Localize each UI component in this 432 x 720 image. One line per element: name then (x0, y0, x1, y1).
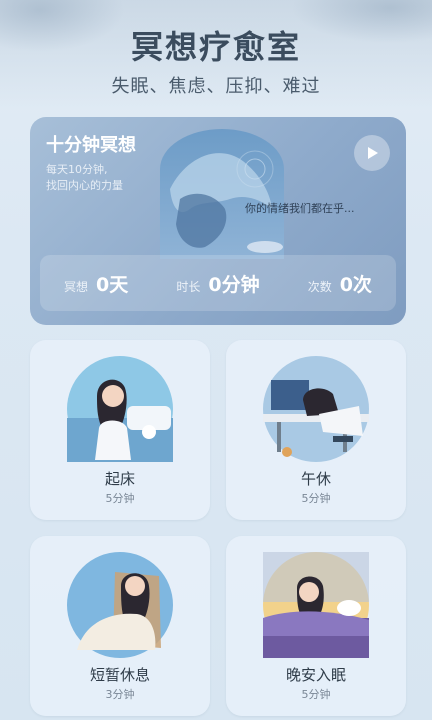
nap-illustration (263, 356, 369, 462)
hero-quote: 你的情绪我们都在乎... (245, 202, 355, 215)
tile-name: 晚安入眠 (285, 666, 346, 684)
meditation-stats: 冥想 0天 时长 0分钟 次数 0次 (40, 255, 396, 311)
short-break-illustration (67, 552, 173, 658)
meditation-illustration (160, 129, 284, 259)
tile-name: 短暂休息 (89, 666, 150, 684)
tile-name: 起床 (104, 470, 135, 488)
ten-minute-meditation-card[interactable]: 十分钟冥想 每天10分钟, 找回内心的力量 你的情绪我们都在乎... 冥想 0天… (30, 117, 406, 325)
stat-label: 冥想 (64, 279, 89, 294)
page-title: 冥想疗愈室 (130, 28, 301, 66)
hero-desc-line-1: 每天10分钟, (46, 163, 108, 176)
good-night-illustration (263, 552, 369, 658)
hero-title: 十分钟冥想 (46, 135, 136, 156)
stat-value: 0次 (339, 273, 372, 296)
play-icon (368, 147, 378, 159)
stat-label: 时长 (176, 279, 201, 294)
session-tile-short-break[interactable]: 短暂休息 3分钟 (30, 536, 210, 716)
wake-up-illustration (67, 356, 173, 462)
tile-duration: 3分钟 (105, 688, 135, 701)
session-tile-wake-up[interactable]: 起床 5分钟 (30, 340, 210, 520)
page-subtitle: 失眠、焦虑、压抑、难过 (111, 76, 321, 97)
tile-duration: 5分钟 (301, 492, 331, 505)
stat-count: 次数 0次 (308, 270, 372, 297)
tile-duration: 5分钟 (301, 688, 331, 701)
stat-value: 0天 (96, 273, 129, 296)
stat-days: 冥想 0天 (64, 270, 128, 297)
tile-duration: 5分钟 (105, 492, 135, 505)
stat-value: 0分钟 (208, 273, 260, 296)
session-tile-nap[interactable]: 午休 5分钟 (226, 340, 406, 520)
hero-desc-line-2: 找回内心的力量 (46, 179, 123, 192)
tile-name: 午休 (300, 470, 331, 488)
stat-label: 次数 (307, 279, 332, 294)
session-tile-good-night[interactable]: 晚安入眠 5分钟 (226, 536, 406, 716)
hero-description: 每天10分钟, 找回内心的力量 (46, 162, 123, 194)
play-button[interactable] (354, 135, 390, 171)
stat-duration: 时长 0分钟 (176, 270, 259, 297)
